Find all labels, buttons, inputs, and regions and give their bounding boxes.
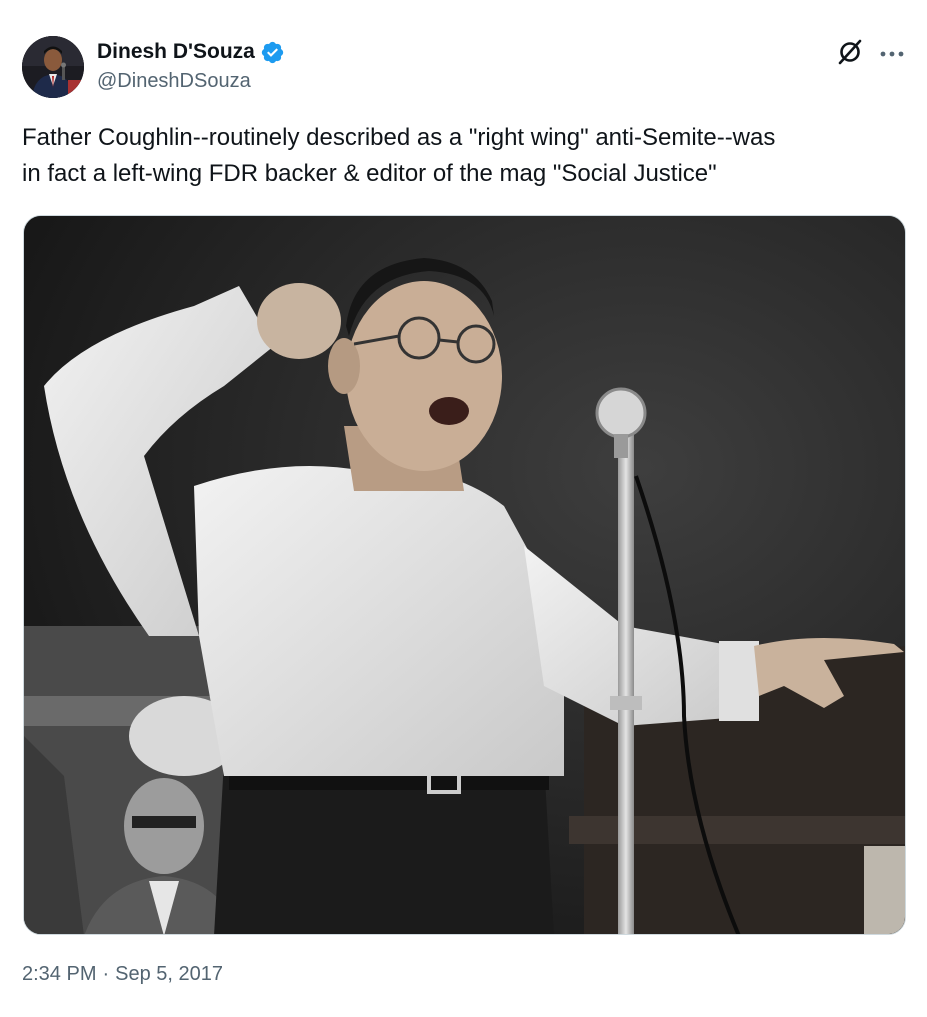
author-handle[interactable]: @DineshDSouza [97,70,251,93]
avatar[interactable] [22,36,84,98]
author-display-name[interactable]: Dinesh D'Souza [97,40,255,64]
tweet-card: Dinesh D'Souza @DineshDSouza Father Coug… [0,0,927,1017]
more-horizontal-icon [879,45,905,63]
more-options-button[interactable] [876,38,908,70]
tweet-time[interactable]: 2:34 PM [22,963,96,986]
tweet-timestamp: 2:34 PM · Sep 5, 2017 [22,963,223,986]
author-name-row: Dinesh D'Souza [97,38,285,66]
grok-button[interactable] [834,38,866,70]
tweet-text: Father Coughlin--routinely described as … [22,124,776,187]
grok-icon [836,38,864,71]
timestamp-separator: · [102,963,110,985]
tweet-date[interactable]: Sep 5, 2017 [115,963,223,986]
tweet-photo[interactable] [23,215,906,935]
verified-badge-icon [260,40,285,65]
